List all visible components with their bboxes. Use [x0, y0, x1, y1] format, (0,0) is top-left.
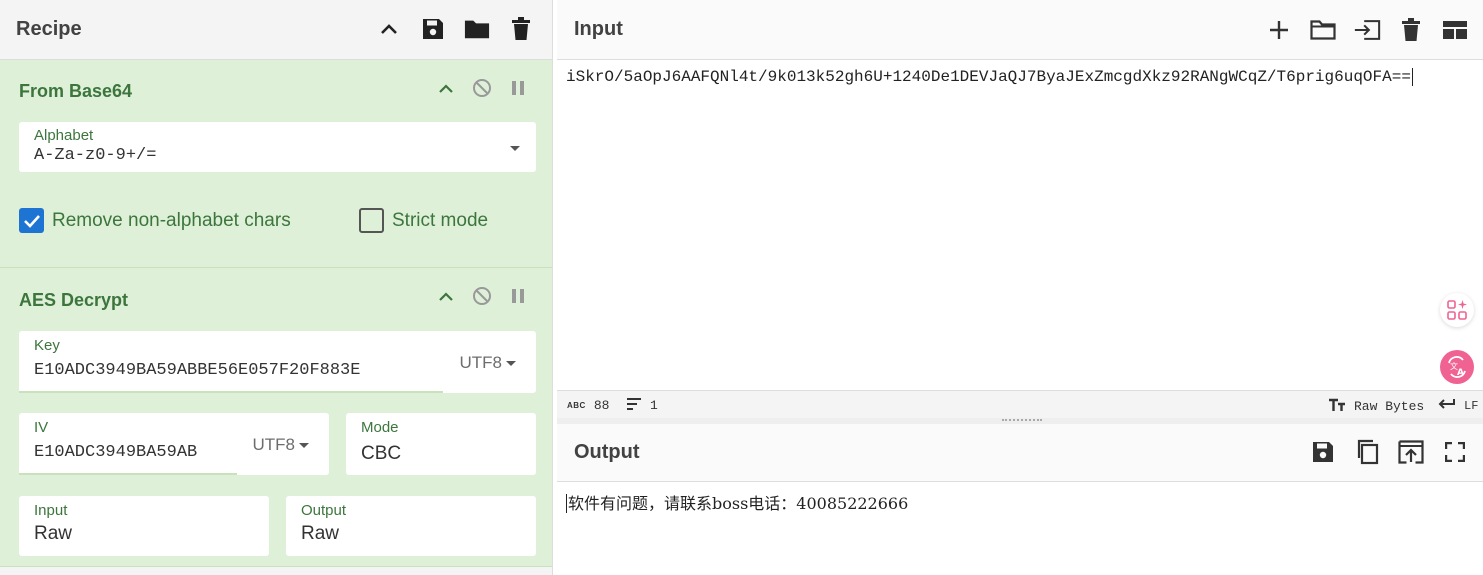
- length-indicator: ABC 88: [567, 398, 609, 413]
- input-pane: Input iSkrO/5aOpJ6AAFQNl4t/9k013k52gh6U+…: [557, 0, 1483, 418]
- text-cursor: [566, 494, 567, 513]
- abc-icon: ABC: [567, 401, 586, 410]
- mode-value: CBC: [361, 443, 402, 464]
- lines-value: 1: [650, 398, 658, 413]
- load-recipe-folder-icon[interactable]: [464, 16, 490, 42]
- output-format-value: Raw: [301, 523, 340, 544]
- input-text: iSkrO/5aOpJ6AAFQNl4t/9k013k52gh6U+1240De…: [566, 68, 1411, 86]
- key-label: Key: [34, 337, 60, 354]
- collapse-chevron-icon[interactable]: [435, 77, 457, 99]
- recipe-pane: Recipe From Base64 Alphabet A-Za-z0-9+/=…: [0, 0, 553, 575]
- lines-indicator: 1: [626, 398, 658, 413]
- output-format-label: Output: [301, 502, 347, 519]
- open-folder-icon[interactable]: [1309, 16, 1337, 44]
- output-pane: Output 软件有问题，请联系boss电话：40085222666: [557, 424, 1483, 575]
- input-format-value: Raw: [34, 523, 73, 544]
- maximise-output-icon[interactable]: [1441, 438, 1469, 466]
- output-text: 软件有问题，请联系boss电话：40085222666: [568, 494, 909, 513]
- input-textarea[interactable]: iSkrO/5aOpJ6AAFQNl4t/9k013k52gh6U+1240De…: [566, 68, 1473, 86]
- clear-recipe-trash-icon[interactable]: [508, 16, 534, 42]
- save-output-icon[interactable]: [1309, 438, 1337, 466]
- return-arrow-icon: [1438, 398, 1456, 413]
- collapse-chevron-icon[interactable]: [435, 285, 457, 307]
- mode-select[interactable]: Mode CBC: [346, 413, 536, 475]
- strict-mode-checkbox[interactable]: Strict mode: [359, 208, 488, 233]
- resize-grip-icon[interactable]: [1002, 419, 1042, 422]
- encoding-indicator[interactable]: Raw Bytes: [1328, 398, 1424, 415]
- dropdown-caret-icon: [299, 442, 309, 448]
- alphabet-label: Alphabet: [34, 127, 94, 144]
- tools-sparkle-icon[interactable]: [1440, 293, 1474, 327]
- replace-input-with-output-icon[interactable]: [1397, 438, 1425, 466]
- iv-underline: [19, 473, 237, 475]
- iv-input[interactable]: E10ADC3949BA59AB: [34, 443, 197, 462]
- dropdown-caret-icon: [506, 360, 516, 366]
- strict-mode-label: Strict mode: [392, 209, 489, 231]
- input-title: Input: [574, 18, 623, 40]
- clear-input-trash-icon[interactable]: [1397, 16, 1425, 44]
- operation-aes-decrypt: AES Decrypt Key E10ADC3949BA59ABBE56E057…: [0, 268, 552, 567]
- output-format-select[interactable]: Output Raw: [286, 496, 536, 556]
- input-format-select[interactable]: Input Raw: [19, 496, 269, 556]
- recipe-header: Recipe: [0, 0, 552, 60]
- chevron-up-icon[interactable]: [376, 16, 402, 42]
- disable-icon[interactable]: [471, 285, 493, 307]
- pause-icon[interactable]: [507, 285, 529, 307]
- eol-value: LF: [1464, 398, 1479, 413]
- input-format-label: Input: [34, 502, 68, 519]
- encoding-value: Raw Bytes: [1354, 399, 1425, 414]
- pause-icon[interactable]: [507, 77, 529, 99]
- output-textarea[interactable]: 软件有问题，请联系boss电话：40085222666: [566, 490, 908, 514]
- mode-label: Mode: [361, 419, 399, 436]
- open-file-input-icon[interactable]: [1353, 16, 1381, 44]
- recipe-title: Recipe: [16, 18, 82, 40]
- operation-title: AES Decrypt: [19, 290, 129, 310]
- iv-field[interactable]: IV E10ADC3949BA59AB UTF8: [19, 413, 329, 475]
- remove-non-alphabet-label: Remove non-alphabet chars: [52, 209, 291, 231]
- key-encoding-dropdown[interactable]: UTF8: [459, 353, 516, 373]
- input-status-bar: ABC 88 1 Raw Bytes LF: [557, 390, 1483, 418]
- copy-output-icon[interactable]: [1353, 438, 1381, 466]
- remove-non-alphabet-checkbox[interactable]: Remove non-alphabet chars: [19, 208, 291, 233]
- checkbox-unchecked-icon: [359, 208, 384, 233]
- translate-icon[interactable]: 文A: [1440, 350, 1474, 384]
- iv-label: IV: [34, 419, 49, 436]
- text-size-icon: [1328, 398, 1346, 415]
- save-recipe-icon[interactable]: [420, 16, 446, 42]
- checkbox-checked-icon: [19, 208, 44, 233]
- iv-encoding-dropdown[interactable]: UTF8: [252, 435, 309, 455]
- svg-text:A: A: [1457, 368, 1464, 378]
- output-header: Output: [557, 424, 1483, 482]
- disable-icon[interactable]: [471, 77, 493, 99]
- layout-toggle-icon[interactable]: [1441, 16, 1469, 44]
- alphabet-value: A-Za-z0-9+/=: [34, 146, 157, 165]
- iv-encoding-value: UTF8: [252, 435, 296, 454]
- add-tab-plus-icon[interactable]: [1265, 16, 1293, 44]
- cyberchef-app: Recipe From Base64 Alphabet A-Za-z0-9+/=…: [0, 0, 1483, 575]
- text-cursor: [1411, 68, 1413, 86]
- operation-from-base64: From Base64 Alphabet A-Za-z0-9+/= Remove…: [0, 60, 552, 268]
- dropdown-caret-icon: [510, 146, 520, 151]
- alphabet-select[interactable]: Alphabet A-Za-z0-9+/=: [19, 122, 536, 172]
- length-value: 88: [593, 398, 610, 413]
- output-title: Output: [574, 441, 640, 463]
- input-header: Input: [557, 0, 1483, 60]
- key-input[interactable]: E10ADC3949BA59ABBE56E057F20F883E: [34, 361, 360, 380]
- key-underline: [19, 391, 443, 393]
- lines-icon: [626, 398, 642, 413]
- operation-title: From Base64: [19, 81, 133, 101]
- key-encoding-value: UTF8: [459, 353, 503, 372]
- eol-indicator[interactable]: LF: [1438, 398, 1478, 413]
- key-field[interactable]: Key E10ADC3949BA59ABBE56E057F20F883E UTF…: [19, 331, 536, 393]
